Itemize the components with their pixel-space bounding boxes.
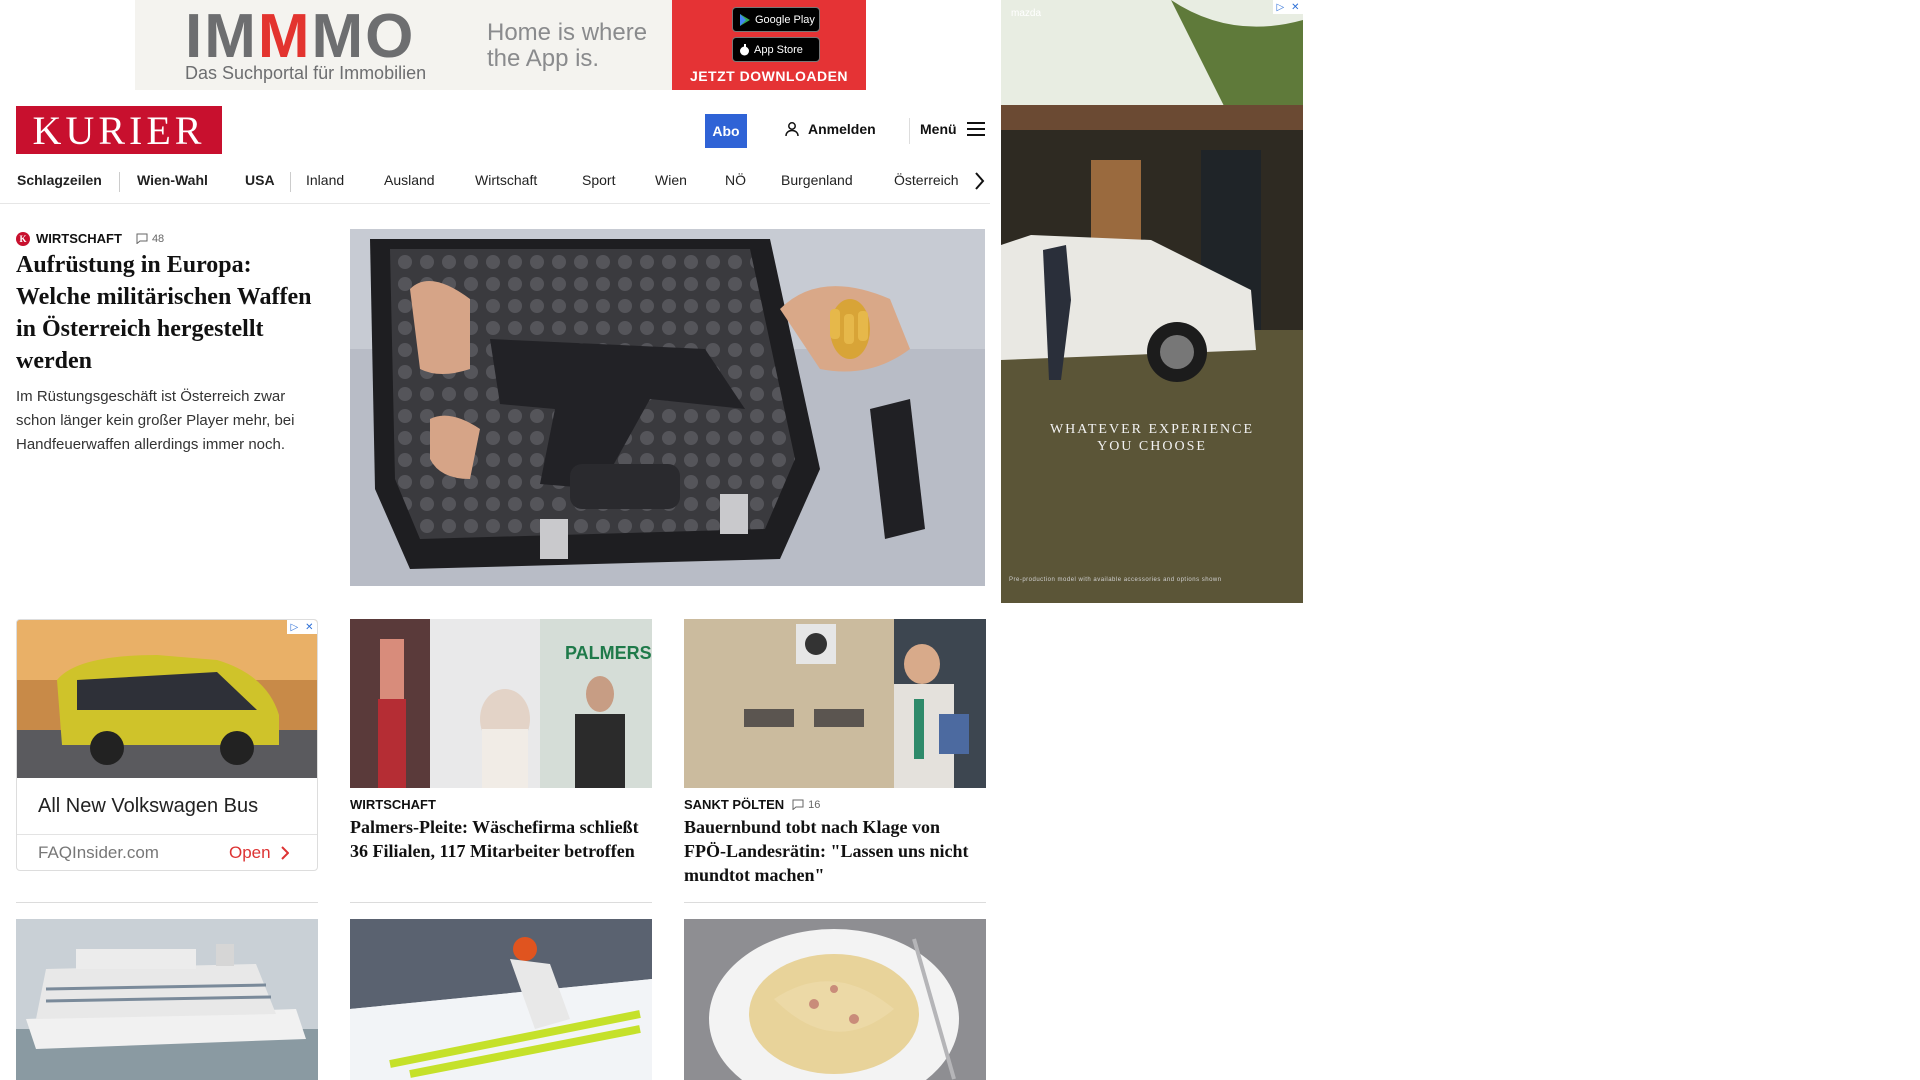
chevron-right-icon [280, 846, 289, 860]
chevron-right-icon[interactable] [972, 170, 986, 192]
lead-kicker-label: Wirtschaft [36, 231, 122, 246]
ad-card-image [17, 620, 317, 778]
ad-card-divider [17, 834, 317, 835]
ski-jumper-illustration [350, 919, 652, 1080]
header-divider [909, 118, 910, 144]
banner-slogan: Home is where the App is. [487, 19, 648, 72]
top-banner-ad[interactable]: IMMMO Das Suchportal für Immobilien Home… [135, 0, 866, 90]
article-image-ski-jump[interactable] [350, 919, 652, 1080]
hamburger-icon [966, 122, 985, 136]
login-label: Anmelden [808, 121, 876, 137]
ad-choices-icon[interactable]: ▷ ✕ [1273, 0, 1303, 14]
row-divider [16, 902, 318, 903]
gun-case-illustration [350, 229, 985, 586]
section-nav: Schlagzeilen Wien-Wahl USA Inland Auslan… [0, 164, 990, 204]
nav-item-ausland[interactable]: Ausland [384, 172, 435, 188]
svg-text:PALMERS: PALMERS [565, 643, 652, 663]
ad-card-title[interactable]: All New Volkswagen Bus [38, 795, 258, 818]
apple-icon [740, 43, 749, 55]
lead-comments[interactable]: 48 [136, 233, 164, 245]
nav-item-sport[interactable]: Sport [582, 172, 615, 188]
lead-headline[interactable]: Aufrüstung in Europa: Welche militärisch… [16, 249, 316, 377]
kurier-logo[interactable]: KURIER [16, 106, 222, 154]
ad-card-open-button[interactable]: Open [229, 843, 289, 863]
row-divider [684, 902, 986, 903]
menu-button[interactable]: Menü [920, 121, 985, 137]
card-headline[interactable]: Palmers-Pleite: Wäschefirma schließt 36 … [350, 815, 652, 863]
nav-item-schlagzeilen[interactable]: Schlagzeilen [17, 172, 102, 188]
google-play-badge[interactable]: Google Play [732, 7, 820, 32]
government-building-illustration [684, 619, 986, 788]
lead-kicker[interactable]: K Wirtschaft 48 [16, 231, 164, 246]
login-button[interactable]: Anmelden [784, 121, 876, 137]
nav-item-wien-wahl[interactable]: Wien-Wahl [137, 172, 208, 188]
nav-divider [119, 172, 120, 192]
comment-icon [136, 233, 148, 244]
native-ad-card[interactable]: ▷ ✕ All New Volkswagen Bus FAQInsider.com… [16, 619, 318, 871]
person-icon [785, 122, 799, 137]
nav-item-inland[interactable]: Inland [306, 172, 344, 188]
nav-divider [290, 172, 291, 192]
article-image-carbonara[interactable] [684, 919, 986, 1080]
lead-teaser: Im Rüstungsgeschäft ist Österreich zwar … [16, 388, 295, 453]
banner-download-button[interactable]: JETZT DOWNLOADEN [672, 68, 866, 84]
close-icon[interactable]: ✕ [1291, 2, 1299, 13]
mazda-logo: mazda [1011, 8, 1042, 19]
banner-subtitle: Das Suchportal für Immobilien [185, 63, 427, 83]
card-kicker[interactable]: Sankt Pölten 16 [684, 797, 820, 812]
app-store-badge[interactable]: App Store [732, 37, 820, 62]
side-ad-fine-print: Pre-production model with available acce… [1009, 577, 1222, 583]
banner-cta-area[interactable]: Google Play App Store JETZT DOWNLOADEN [672, 0, 866, 90]
nav-item-wirtschaft[interactable]: Wirtschaft [475, 172, 537, 188]
menu-label: Menü [920, 121, 957, 137]
play-icon [740, 13, 750, 26]
ad-choices-icon[interactable]: ▷ ✕ [287, 620, 317, 634]
article-image-bauernbund[interactable] [684, 619, 986, 788]
row-divider [350, 902, 652, 903]
card-comments[interactable]: 16 [792, 799, 820, 811]
side-ad-mazda[interactable]: mazda ▷ ✕ WHATEVER EXPERIENCE YOU CHOOSE … [1001, 0, 1303, 603]
pasta-plate-illustration [684, 919, 986, 1080]
cruise-ship-illustration [16, 919, 318, 1080]
article-image-palmers[interactable]: PALMERS [350, 619, 652, 788]
nav-item-wien[interactable]: Wien [655, 172, 687, 188]
nav-item-oesterreich[interactable]: Österreich [894, 172, 959, 188]
ad-card-source: FAQInsider.com [38, 843, 159, 862]
kurier-k-icon: K [16, 231, 30, 246]
article-image-cruise-ship[interactable] [16, 919, 318, 1080]
nav-item-burgenland[interactable]: Burgenland [781, 172, 853, 188]
immmo-logo: IMMMO [185, 2, 416, 71]
close-icon[interactable]: ✕ [305, 622, 313, 633]
card-headline[interactable]: Bauernbund tobt nach Klage von FPÖ-Lande… [684, 815, 986, 887]
mazda-ad-illustration [1001, 0, 1303, 603]
vw-bus-illustration [17, 620, 317, 778]
nav-item-noe[interactable]: NÖ [725, 172, 746, 188]
side-ad-claim: WHATEVER EXPERIENCE YOU CHOOSE [1049, 422, 1255, 454]
palmers-store-illustration: PALMERS [350, 619, 652, 788]
nav-item-usa[interactable]: USA [245, 172, 275, 188]
comment-icon [792, 799, 804, 810]
abo-button[interactable]: Abo [705, 114, 747, 148]
card-kicker[interactable]: Wirtschaft [350, 797, 436, 812]
lead-image[interactable] [350, 229, 985, 586]
